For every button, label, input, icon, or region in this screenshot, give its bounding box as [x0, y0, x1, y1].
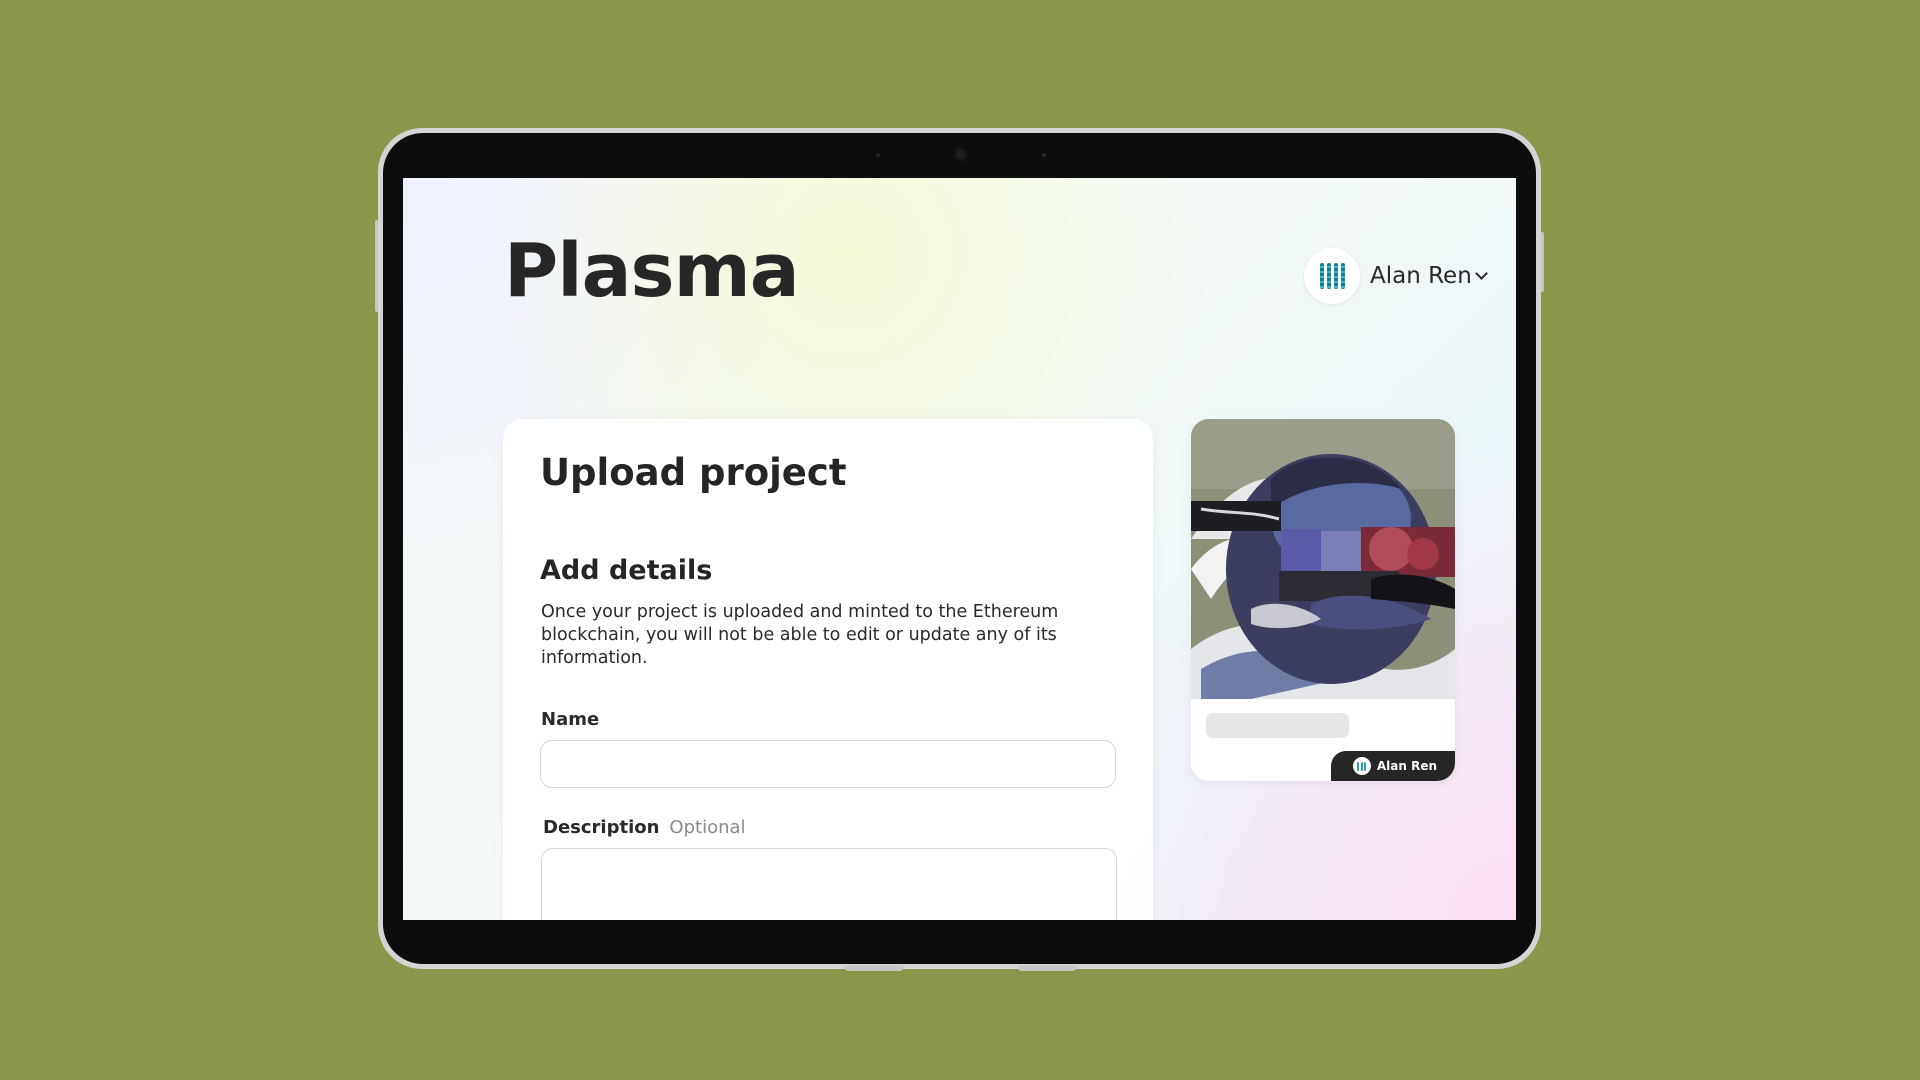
section-description: Once your project is uploaded and minted… [541, 602, 1059, 668]
account-menu[interactable]: Alan Ren [1304, 246, 1488, 306]
project-preview-card: Alan Ren [1191, 419, 1455, 781]
description-label: Description Optional [543, 817, 746, 838]
description-input[interactable] [541, 848, 1117, 920]
description-label-text: Description [543, 817, 660, 838]
avatar-stripe-icon [1360, 761, 1363, 771]
account-name[interactable]: Alan Ren [1370, 263, 1472, 289]
project-name-placeholder [1206, 713, 1349, 738]
tablet-sensor [876, 153, 880, 157]
avatar-stripe-icon [1333, 263, 1338, 289]
camera-icon [953, 147, 968, 162]
creator-name: Alan Ren [1376, 759, 1437, 773]
optional-tag: Optional [669, 817, 746, 838]
avatar-stripe-icon [1340, 263, 1345, 289]
artwork-preview-image [1191, 419, 1455, 699]
upload-form-card: Upload project Add details Once your pro… [503, 419, 1153, 920]
avatar-stripe-icon [1364, 761, 1367, 771]
tablet-bottom-connector [845, 966, 903, 971]
tablet-sensor [1042, 153, 1046, 157]
app-logo[interactable]: Plasma [504, 234, 800, 308]
chevron-down-icon[interactable] [1474, 266, 1488, 280]
form-title: Upload project [540, 451, 847, 494]
name-label: Name [541, 709, 600, 730]
avatar-stripe-icon [1357, 761, 1360, 771]
creator-avatar-icon [1352, 757, 1371, 775]
app-screen: Plasma Alan Ren Upload project Add detai… [403, 178, 1516, 920]
avatar-stripe-icon [1326, 263, 1331, 289]
avatar-stripe-icon [1319, 263, 1324, 289]
tablet-bottom-connector [1018, 966, 1076, 971]
user-avatar[interactable] [1304, 248, 1360, 304]
creator-badge[interactable]: Alan Ren [1330, 751, 1455, 781]
name-input[interactable] [540, 740, 1116, 788]
section-title: Add details [540, 555, 713, 586]
